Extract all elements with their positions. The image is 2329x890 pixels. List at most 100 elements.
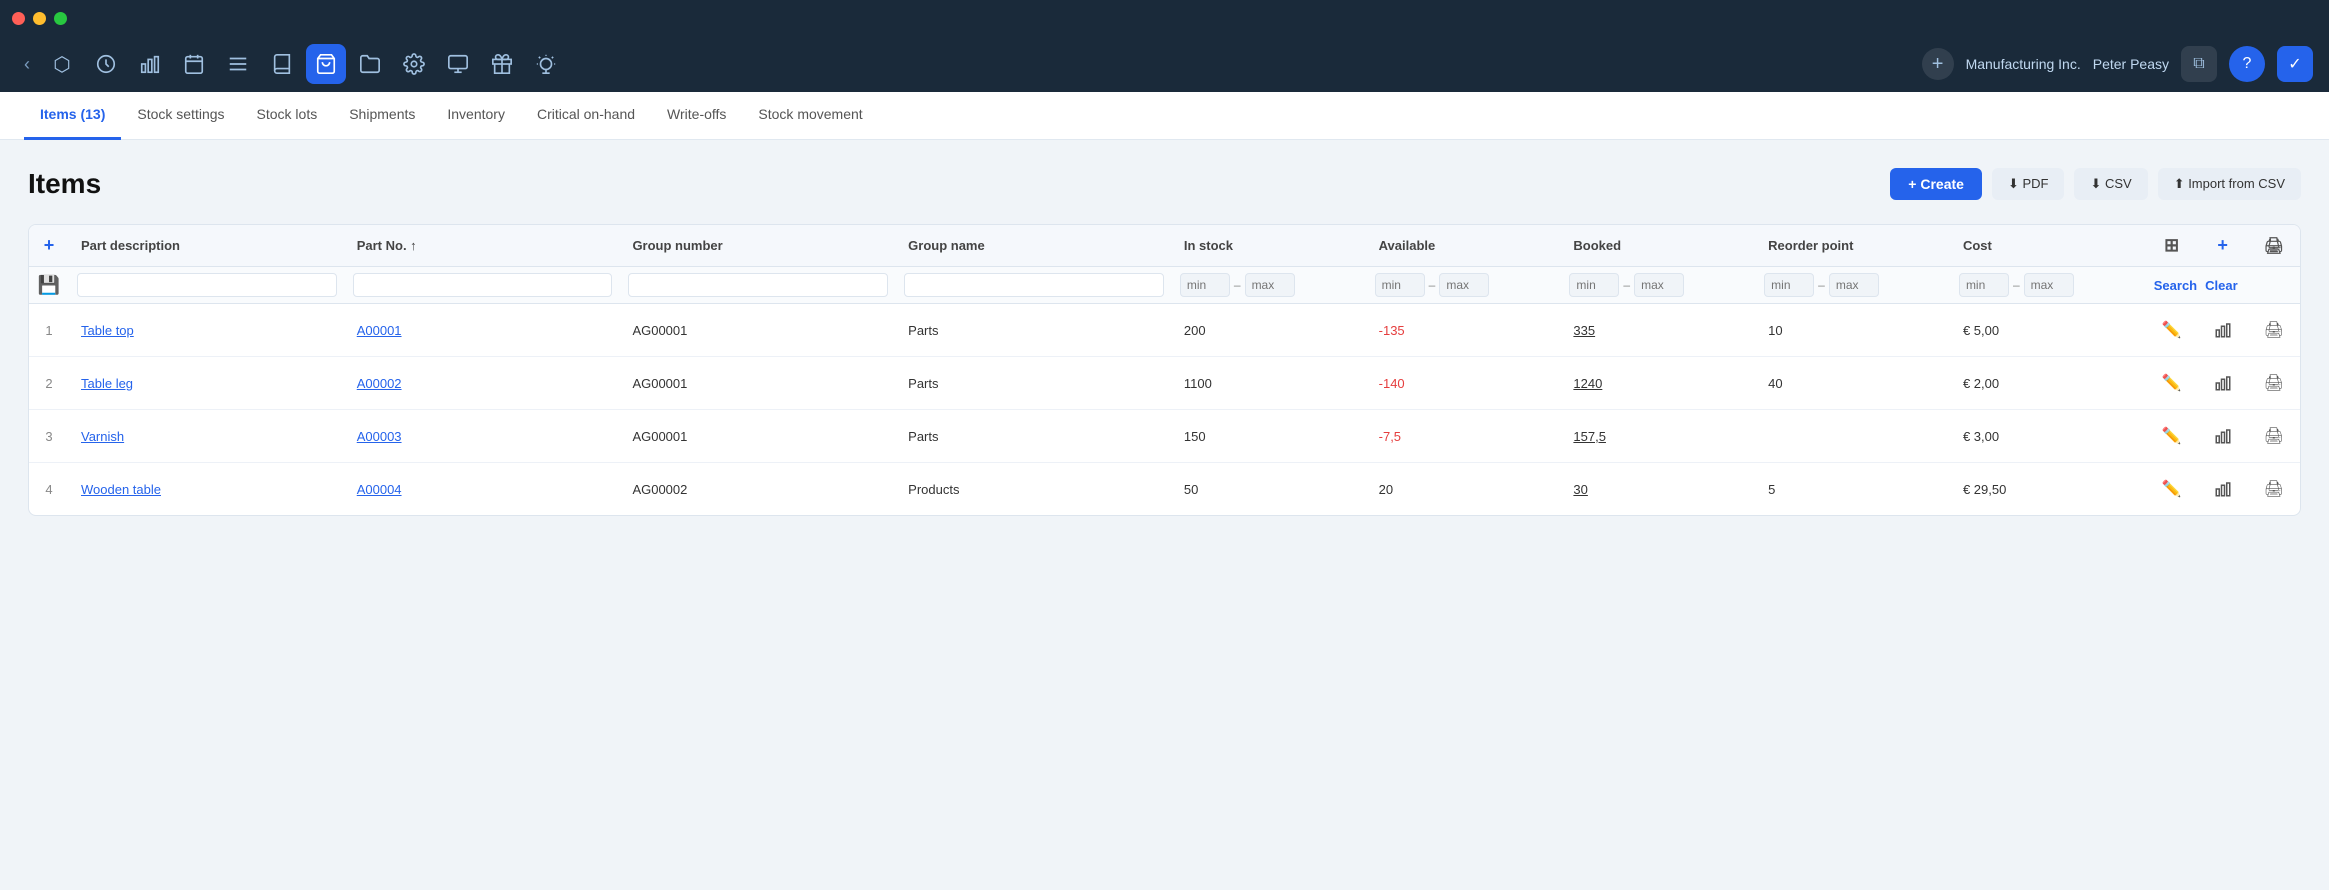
- page-header: Items + Create ⬇ PDF ⬇ CSV ⬆ Import from…: [28, 168, 2301, 200]
- import-csv-button[interactable]: ⬆ Import from CSV: [2158, 168, 2301, 200]
- th-add-row[interactable]: +: [29, 225, 69, 267]
- row-part-description-4[interactable]: Wooden table: [69, 463, 345, 516]
- tab-inventory[interactable]: Inventory: [431, 92, 521, 140]
- filter-booked-min[interactable]: [1569, 273, 1619, 297]
- row-part-no-2[interactable]: A00002: [345, 357, 621, 410]
- chart-button-4[interactable]: [2210, 476, 2236, 502]
- row-part-description-2[interactable]: Table leg: [69, 357, 345, 410]
- add-button[interactable]: +: [1922, 48, 1954, 80]
- row-num-3: 3: [29, 410, 69, 463]
- bulb-icon-btn[interactable]: [526, 44, 566, 84]
- back-button[interactable]: ‹: [16, 50, 38, 79]
- user-name: Peter Peasy: [2093, 56, 2169, 72]
- print-button-3[interactable]: 🖨: [2260, 422, 2288, 450]
- tab-stock-movement[interactable]: Stock movement: [742, 92, 878, 140]
- filter-part-no[interactable]: [345, 267, 621, 304]
- filter-in-stock-max[interactable]: [1245, 273, 1295, 297]
- logo-icon-btn[interactable]: ⬡: [42, 44, 82, 84]
- filter-cost-max[interactable]: [2024, 273, 2074, 297]
- row-edit-4[interactable]: ✏️: [2146, 463, 2198, 516]
- header-actions: + Create ⬇ PDF ⬇ CSV ⬆ Import from CSV: [1890, 168, 2301, 200]
- pdf-button[interactable]: ⬇ PDF: [1992, 168, 2065, 200]
- time-icon-btn[interactable]: [86, 44, 126, 84]
- filter-group-name-input[interactable]: [904, 273, 1164, 297]
- row-edit-3[interactable]: ✏️: [2146, 410, 2198, 463]
- edit-button-3[interactable]: ✏️: [2158, 422, 2186, 450]
- edit-button-2[interactable]: ✏️: [2158, 369, 2186, 397]
- tab-shipments[interactable]: Shipments: [333, 92, 431, 140]
- row-chart-3[interactable]: [2198, 410, 2248, 463]
- chart-icon-btn[interactable]: [130, 44, 170, 84]
- filter-available[interactable]: –: [1367, 267, 1562, 304]
- list-icon-btn[interactable]: [218, 44, 258, 84]
- book-icon-btn[interactable]: [262, 44, 302, 84]
- edit-button-1[interactable]: ✏️: [2158, 316, 2186, 344]
- maximize-button[interactable]: [54, 12, 67, 25]
- row-part-no-3[interactable]: A00003: [345, 410, 621, 463]
- gear-icon-btn[interactable]: [394, 44, 434, 84]
- filter-group-number[interactable]: [620, 267, 896, 304]
- gift-icon-btn[interactable]: [482, 44, 522, 84]
- row-print-3[interactable]: 🖨: [2248, 410, 2300, 463]
- folder-icon-btn[interactable]: [350, 44, 390, 84]
- row-chart-1[interactable]: [2198, 304, 2248, 357]
- close-button[interactable]: [12, 12, 25, 25]
- filter-in-stock-min[interactable]: [1180, 273, 1230, 297]
- print-button-1[interactable]: 🖨: [2260, 316, 2288, 344]
- help-button[interactable]: ?: [2229, 46, 2265, 82]
- filter-floppy[interactable]: 💾: [29, 267, 69, 304]
- row-group-name-2: Parts: [896, 357, 1172, 410]
- filter-group-name[interactable]: [896, 267, 1172, 304]
- row-print-1[interactable]: 🖨: [2248, 304, 2300, 357]
- filter-part-description-input[interactable]: [77, 273, 337, 297]
- filter-reorder-point[interactable]: –: [1756, 267, 1951, 304]
- row-chart-4[interactable]: [2198, 463, 2248, 516]
- monitor-icon-btn[interactable]: [438, 44, 478, 84]
- filter-booked-max[interactable]: [1634, 273, 1684, 297]
- tab-stock-lots[interactable]: Stock lots: [241, 92, 334, 140]
- minimize-button[interactable]: [33, 12, 46, 25]
- filter-part-no-input[interactable]: [353, 273, 613, 297]
- filter-available-max[interactable]: [1439, 273, 1489, 297]
- filter-cost[interactable]: –: [1951, 267, 2146, 304]
- clear-link[interactable]: Clear: [2205, 278, 2238, 293]
- chart-button-2[interactable]: [2210, 370, 2236, 396]
- row-part-no-4[interactable]: A00004: [345, 463, 621, 516]
- create-button[interactable]: + Create: [1890, 168, 1982, 200]
- row-edit-1[interactable]: ✏️: [2146, 304, 2198, 357]
- row-print-2[interactable]: 🖨: [2248, 357, 2300, 410]
- csv-button[interactable]: ⬇ CSV: [2074, 168, 2147, 200]
- filter-cost-min[interactable]: [1959, 273, 2009, 297]
- row-part-description-1[interactable]: Table top: [69, 304, 345, 357]
- tab-critical-on-hand[interactable]: Critical on-hand: [521, 92, 651, 140]
- th-group-name: Group name: [896, 225, 1172, 267]
- row-print-4[interactable]: 🖨: [2248, 463, 2300, 516]
- shop-icon-btn[interactable]: [306, 44, 346, 84]
- tab-write-offs[interactable]: Write-offs: [651, 92, 742, 140]
- filter-group-number-input[interactable]: [628, 273, 888, 297]
- row-part-no-1[interactable]: A00001: [345, 304, 621, 357]
- tab-items[interactable]: Items (13): [24, 92, 121, 140]
- filter-available-min[interactable]: [1375, 273, 1425, 297]
- row-available-1: -135: [1367, 304, 1562, 357]
- tab-stock-settings[interactable]: Stock settings: [121, 92, 240, 140]
- th-add-col[interactable]: +: [2198, 225, 2248, 267]
- filter-in-stock[interactable]: –: [1172, 267, 1367, 304]
- print-button-4[interactable]: 🖨: [2260, 475, 2288, 503]
- chart-button-1[interactable]: [2210, 317, 2236, 343]
- filter-booked[interactable]: –: [1561, 267, 1756, 304]
- search-link[interactable]: Search: [2154, 278, 2197, 293]
- row-chart-2[interactable]: [2198, 357, 2248, 410]
- checkbox-button[interactable]: ✓: [2277, 46, 2313, 82]
- filter-part-description[interactable]: [69, 267, 345, 304]
- edit-button-4[interactable]: ✏️: [2158, 475, 2186, 503]
- chart-button-3[interactable]: [2210, 423, 2236, 449]
- print-button-2[interactable]: 🖨: [2260, 369, 2288, 397]
- row-edit-2[interactable]: ✏️: [2146, 357, 2198, 410]
- calendar-icon-btn[interactable]: [174, 44, 214, 84]
- row-part-description-3[interactable]: Varnish: [69, 410, 345, 463]
- filter-reorder-max[interactable]: [1829, 273, 1879, 297]
- filter-reorder-min[interactable]: [1764, 273, 1814, 297]
- layout-button[interactable]: ⧉: [2181, 46, 2217, 82]
- th-part-no[interactable]: Part No. ↑: [345, 225, 621, 267]
